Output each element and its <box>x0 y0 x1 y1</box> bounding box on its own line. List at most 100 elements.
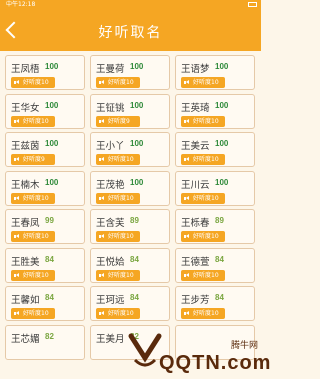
speaker-icon <box>184 118 190 124</box>
battery-icon <box>248 2 257 7</box>
name-card[interactable]: 王馨如 84 好听度10 <box>5 286 85 321</box>
name-text: 王兹茵 <box>11 141 40 152</box>
listen-score-badge[interactable]: 好听度10 <box>11 269 55 281</box>
listen-score-badge[interactable]: 好听度10 <box>181 269 225 281</box>
name-score: 82 <box>45 331 54 341</box>
badge-label: 好听度10 <box>108 310 134 317</box>
name-card[interactable]: 王春凤 99 好听度10 <box>5 209 85 244</box>
speaker-icon <box>99 272 105 278</box>
listen-score-badge[interactable]: 好听度10 <box>11 308 55 319</box>
listen-score-badge[interactable]: 好听度10 <box>11 192 55 204</box>
name-text: 王华女 <box>11 102 40 114</box>
name-text: 王小丫 <box>96 141 125 152</box>
speaker-icon <box>14 195 20 201</box>
name-score: 100 <box>130 139 144 148</box>
speaker-icon <box>184 234 190 239</box>
listen-score-badge[interactable]: 好听度10 <box>96 154 140 165</box>
name-card[interactable]: 王曼荷 100 好听度10 <box>90 55 170 90</box>
badge-label: 好听度10 <box>193 156 219 163</box>
badge-label: 好听度10 <box>23 233 49 240</box>
page-title: 好听取名 <box>98 25 163 41</box>
name-text: 王楠木 <box>11 179 40 191</box>
name-card[interactable]: 王美云 100 好听度10 <box>175 132 255 167</box>
badge-label: 好听度10 <box>193 271 219 279</box>
name-text: 王茂艳 <box>96 179 125 191</box>
speaker-icon <box>14 157 20 162</box>
name-score: 100 <box>130 62 144 71</box>
name-score: 84 <box>130 293 139 302</box>
listen-score-badge[interactable]: 好听度10 <box>96 308 140 319</box>
listen-score-badge[interactable]: 好听度10 <box>96 77 140 88</box>
name-text: 王栎春 <box>181 218 210 229</box>
speaker-icon <box>99 80 105 85</box>
listen-score-badge[interactable]: 好听度10 <box>11 231 55 242</box>
speaker-icon <box>184 311 190 316</box>
listen-score-badge[interactable]: 好听度10 <box>96 269 140 281</box>
name-card[interactable]: 王步芳 84 好听度10 <box>175 286 255 321</box>
name-score: 100 <box>130 100 144 110</box>
name-score: 84 <box>215 293 224 302</box>
badge-label: 好听度10 <box>193 79 219 86</box>
name-card[interactable]: 王川云 100 好听度10 <box>175 170 255 206</box>
name-text: 王美云 <box>181 141 210 152</box>
name-card[interactable]: 王珂远 84 好听度10 <box>90 286 170 321</box>
name-score: 100 <box>215 100 229 110</box>
badge-label: 好听度10 <box>23 310 49 317</box>
name-card[interactable]: 王华女 100 好听度10 <box>5 93 85 129</box>
name-card[interactable]: 王凤梧 100 好听度10 <box>5 55 85 90</box>
name-text: 王含芙 <box>96 218 125 229</box>
name-text: 王钲铫 <box>96 102 125 114</box>
name-card[interactable]: 王胜美 84 好听度10 <box>5 247 85 283</box>
listen-score-badge[interactable]: 好听度9 <box>96 115 140 127</box>
name-card[interactable]: 王茂艳 100 好听度10 <box>90 170 170 206</box>
listen-score-badge[interactable]: 好听度10 <box>181 115 225 127</box>
name-score: 84 <box>45 254 54 264</box>
name-card[interactable]: 王芯媚 82 <box>5 324 85 360</box>
name-card[interactable]: 王语梦 100 好听度10 <box>175 55 255 90</box>
name-text: 王德萱 <box>181 256 210 268</box>
name-score: 84 <box>130 254 139 264</box>
name-text: 王凤梧 <box>11 64 40 75</box>
speaker-icon <box>14 272 20 278</box>
name-text: 王胜美 <box>11 256 40 268</box>
listen-score-badge[interactable]: 好听度10 <box>181 192 225 204</box>
name-card[interactable]: 王含芙 89 好听度10 <box>90 209 170 244</box>
listen-score-badge[interactable]: 好听度9 <box>11 154 55 165</box>
name-card[interactable]: 王兹茵 100 好听度9 <box>5 132 85 167</box>
name-score: 100 <box>45 62 59 71</box>
name-card[interactable]: 王悦姶 84 好听度10 <box>90 247 170 283</box>
badge-label: 好听度10 <box>108 194 134 202</box>
name-text: 王川云 <box>181 179 210 191</box>
badge-label: 好听度10 <box>108 271 134 279</box>
name-card[interactable]: 王栎春 89 好听度10 <box>175 209 255 244</box>
watermark-cn: 腾牛网 <box>230 341 258 351</box>
status-bar: 中午12:18 <box>0 0 261 10</box>
name-text: 王步芳 <box>181 295 210 306</box>
listen-score-badge[interactable]: 好听度10 <box>11 77 55 88</box>
name-card[interactable]: 王钲铫 100 好听度9 <box>90 93 170 129</box>
name-score: 100 <box>130 177 144 187</box>
badge-label: 好听度10 <box>23 79 49 86</box>
speaker-icon <box>14 80 20 85</box>
name-card[interactable]: 王楠木 100 好听度10 <box>5 170 85 206</box>
badge-label: 好听度10 <box>193 310 219 317</box>
badge-label: 好听度9 <box>23 156 45 163</box>
listen-score-badge[interactable]: 好听度10 <box>181 154 225 165</box>
listen-score-badge[interactable]: 好听度10 <box>181 308 225 319</box>
badge-label: 好听度10 <box>108 233 134 240</box>
speaker-icon <box>99 157 105 162</box>
listen-score-badge[interactable]: 好听度10 <box>181 231 225 242</box>
name-score: 89 <box>130 216 139 225</box>
speaker-icon <box>184 80 190 85</box>
listen-score-badge[interactable]: 好听度10 <box>181 77 225 88</box>
listen-score-badge[interactable]: 好听度10 <box>11 115 55 127</box>
name-card[interactable]: 王小丫 100 好听度10 <box>90 132 170 167</box>
name-card[interactable]: 王德萱 84 好听度10 <box>175 247 255 283</box>
speaker-icon <box>99 195 105 201</box>
name-card[interactable]: 王英琦 100 好听度10 <box>175 93 255 129</box>
name-score: 100 <box>215 139 229 148</box>
listen-score-badge[interactable]: 好听度10 <box>96 192 140 204</box>
speaker-icon <box>14 234 20 239</box>
name-text: 王英琦 <box>181 102 210 114</box>
listen-score-badge[interactable]: 好听度10 <box>96 231 140 242</box>
